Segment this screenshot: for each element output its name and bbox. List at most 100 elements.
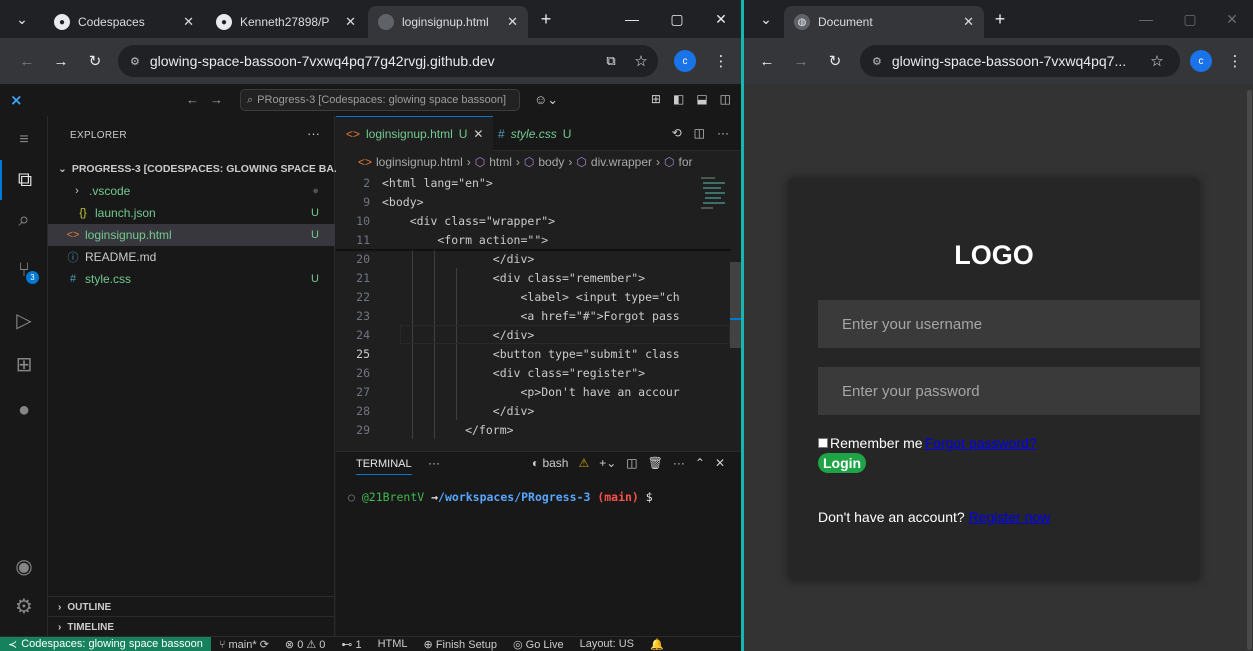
command-center[interactable]: ⌕ PRogress-3 [Codespaces: glowing space … bbox=[240, 89, 520, 111]
close-icon[interactable]: ✕ bbox=[183, 14, 194, 30]
more-actions-icon[interactable]: ··· bbox=[673, 456, 685, 470]
register-link[interactable]: Register now bbox=[969, 509, 1051, 525]
menu-icon[interactable]: ≡ bbox=[0, 120, 48, 160]
warning-icon[interactable]: ⚠ bbox=[578, 456, 589, 470]
code-line[interactable]: 22 <label> <input type="ch bbox=[336, 287, 731, 306]
sticky-line[interactable]: 9 <body> bbox=[336, 192, 731, 211]
browser-tab-repo[interactable]: ● Kenneth27898/P ✕ bbox=[206, 6, 366, 38]
profile-avatar[interactable]: c bbox=[674, 50, 696, 72]
password-input[interactable] bbox=[818, 367, 1200, 415]
code-line[interactable]: 23 <a href="#">Forgot pass bbox=[336, 306, 731, 325]
window-close-button[interactable]: ✕ bbox=[711, 9, 731, 29]
forward-arrow-icon[interactable]: → bbox=[50, 50, 72, 72]
minimap[interactable] bbox=[699, 175, 729, 215]
reload-icon[interactable]: ↻ bbox=[84, 50, 106, 72]
sticky-line[interactable]: 10 <div class="wrapper"> bbox=[336, 211, 731, 230]
copilot-icon[interactable]: ☺⌄ bbox=[534, 92, 558, 108]
extensions-icon[interactable]: ⊞ bbox=[0, 344, 48, 384]
forgot-password-link[interactable]: Forgot password? bbox=[925, 435, 1037, 451]
breadcrumb-html[interactable]: html bbox=[489, 155, 512, 169]
address-bar[interactable]: ⚙ glowing-space-bassoon-7vxwq4pq77g42rvg… bbox=[118, 45, 658, 77]
more-actions-icon[interactable]: ··· bbox=[717, 126, 729, 140]
site-settings-icon[interactable]: ⚙ bbox=[872, 55, 882, 68]
settings-gear-icon[interactable]: ⚙ bbox=[0, 586, 48, 626]
toggle-panel-icon[interactable]: ⬓ bbox=[696, 92, 707, 106]
customize-layout-icon[interactable]: ⊞ bbox=[651, 92, 661, 106]
maximize-button[interactable]: ▢ bbox=[667, 9, 687, 29]
status-finish-setup[interactable]: ⊕ Finish Setup bbox=[416, 638, 505, 651]
forward-arrow-icon[interactable]: → bbox=[790, 50, 812, 72]
window-close-button[interactable]: ✕ bbox=[1222, 9, 1242, 29]
profile-avatar[interactable]: c bbox=[1190, 50, 1212, 72]
code-line[interactable]: 27 <p>Don't have an accour bbox=[336, 382, 731, 401]
minimize-button[interactable]: — bbox=[1136, 9, 1156, 29]
nav-forward-icon[interactable]: → bbox=[210, 92, 223, 107]
maximize-button[interactable]: ▢ bbox=[1180, 9, 1200, 29]
code-area[interactable]: 2 <html lang="en"> 9 <body> 10 <div class=… bbox=[336, 173, 741, 451]
install-app-icon[interactable]: ⧉ bbox=[600, 50, 622, 72]
tree-item-readme[interactable]: ⓘ README.md bbox=[48, 246, 335, 268]
search-icon[interactable]: ⌕ bbox=[0, 200, 48, 240]
page-scrollbar[interactable] bbox=[1247, 90, 1252, 650]
editor-tab-loginsignup[interactable]: <> loginsignup.html U ✕ bbox=[336, 116, 494, 151]
code-line[interactable]: 28 </div> bbox=[336, 401, 731, 420]
vscode-logo-icon[interactable]: ⨯ bbox=[10, 91, 23, 109]
editor-scrollbar[interactable] bbox=[730, 262, 741, 348]
breadcrumb-div-wrapper[interactable]: div.wrapper bbox=[591, 155, 652, 169]
github-icon[interactable]: ● bbox=[0, 390, 48, 430]
timeline-section[interactable]: › TIMELINE bbox=[48, 616, 335, 638]
tab-search-chevron-icon[interactable]: ⌄ bbox=[756, 9, 776, 29]
username-input[interactable] bbox=[818, 300, 1200, 348]
status-go-live[interactable]: ◎ Go Live bbox=[505, 638, 572, 651]
status-problems[interactable]: ⊗ 0 ⚠ 0 bbox=[277, 638, 333, 651]
browser-menu-icon[interactable]: ⋮ bbox=[710, 50, 732, 72]
tab-search-chevron-icon[interactable]: ⌄ bbox=[12, 9, 32, 29]
breadcrumb-form[interactable]: for bbox=[679, 155, 693, 169]
accounts-icon[interactable]: ◉ bbox=[0, 546, 48, 586]
bookmark-star-icon[interactable]: ☆ bbox=[630, 50, 652, 72]
browser-tab-loginsignup[interactable]: loginsignup.html ✕ bbox=[368, 6, 528, 38]
sticky-line[interactable]: 2 <html lang="en"> bbox=[336, 173, 731, 192]
new-terminal-icon[interactable]: +⌄ bbox=[599, 456, 616, 470]
tree-item-style-css[interactable]: # style.css U bbox=[48, 268, 335, 290]
editor-tab-style-css[interactable]: # style.css U bbox=[488, 116, 581, 151]
close-icon[interactable]: ✕ bbox=[963, 14, 974, 30]
back-arrow-icon[interactable]: ← bbox=[756, 50, 778, 72]
outline-section[interactable]: › OUTLINE bbox=[48, 596, 335, 618]
code-line[interactable]: 26 <div class="register"> bbox=[336, 363, 731, 382]
close-icon[interactable]: ✕ bbox=[345, 14, 356, 30]
new-tab-button[interactable]: + bbox=[536, 9, 556, 29]
close-panel-icon[interactable]: ✕ bbox=[715, 456, 725, 470]
browser-menu-icon[interactable]: ⋮ bbox=[1224, 50, 1246, 72]
remember-checkbox[interactable] bbox=[818, 438, 828, 448]
status-layout[interactable]: Layout: US bbox=[572, 638, 642, 650]
workspace-root[interactable]: ⌄ PROGRESS-3 [CODESPACES: GLOWING SPACE … bbox=[48, 158, 343, 180]
tab-terminal[interactable]: TERMINAL bbox=[356, 458, 412, 475]
code-line[interactable]: 24 </div> bbox=[336, 325, 731, 344]
breadcrumb-file[interactable]: loginsignup.html bbox=[376, 155, 463, 169]
terminal-prompt[interactable]: ○ @21BrentV →/workspaces/PRogress-3 (mai… bbox=[348, 490, 653, 504]
site-settings-icon[interactable]: ⚙ bbox=[130, 55, 140, 68]
tree-item-launch-json[interactable]: {} launch.json U bbox=[48, 202, 335, 224]
sticky-line[interactable]: 11 <form action=""> bbox=[336, 230, 731, 249]
terminal-profile[interactable]: ◐ bash bbox=[532, 456, 569, 470]
kill-terminal-icon[interactable]: 🗑 bbox=[648, 456, 663, 470]
maximize-panel-icon[interactable]: ⌃ bbox=[695, 456, 705, 470]
login-button[interactable]: Login bbox=[818, 453, 867, 473]
tree-item-loginsignup-html[interactable]: <> loginsignup.html U bbox=[48, 224, 335, 246]
minimize-button[interactable]: — bbox=[622, 9, 642, 29]
source-control-icon[interactable]: ⑂ 3 bbox=[0, 250, 48, 290]
more-actions-icon[interactable]: ··· bbox=[307, 126, 320, 141]
back-arrow-icon[interactable]: ← bbox=[16, 50, 38, 72]
notifications-bell-icon[interactable]: 🔔 bbox=[642, 638, 672, 651]
open-changes-icon[interactable]: ⟲ bbox=[672, 126, 682, 140]
status-language[interactable]: HTML bbox=[370, 638, 416, 650]
close-icon[interactable]: ✕ bbox=[507, 14, 518, 30]
run-debug-icon[interactable]: ▷ bbox=[0, 300, 48, 340]
split-terminal-icon[interactable]: ◫ bbox=[626, 456, 637, 470]
explorer-icon[interactable]: ⧉ bbox=[0, 160, 48, 200]
code-line[interactable]: 20 </div> bbox=[336, 249, 731, 268]
code-line[interactable]: 21 <div class="remember"> bbox=[336, 268, 731, 287]
remote-indicator[interactable]: ≺ Codespaces: glowing space bassoon bbox=[0, 637, 211, 651]
toggle-secondary-sidebar-icon[interactable]: ◫ bbox=[720, 92, 731, 106]
